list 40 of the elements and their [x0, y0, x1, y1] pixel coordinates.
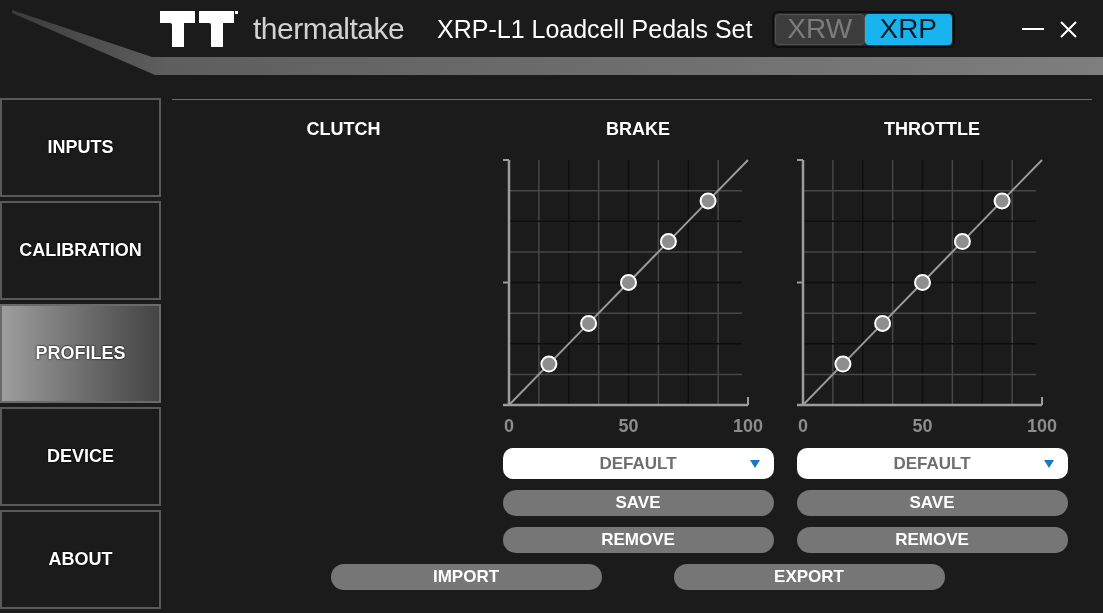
window-title: XRP-L1 Loadcell Pedals Set: [437, 14, 754, 44]
close-icon[interactable]: [1060, 20, 1077, 38]
profile-action-button[interactable]: SAVE: [502, 490, 774, 516]
axis-tick-label: 50: [912, 416, 933, 436]
axis-tick-label: 50: [618, 416, 639, 436]
curve-point[interactable]: [953, 233, 971, 251]
axis-tick-label: 0: [504, 416, 514, 436]
curve-point[interactable]: [993, 192, 1011, 210]
nav-tab[interactable]: ABOUT: [0, 510, 161, 609]
curve-point[interactable]: [914, 274, 931, 291]
caret-icon: [1043, 459, 1054, 468]
axis-tick-label: 100: [733, 416, 763, 436]
nav-tab[interactable]: INPUTS: [0, 98, 161, 197]
model-option[interactable]: XRP: [864, 13, 952, 45]
caret-icon: [749, 459, 760, 468]
logo-text: thermaltake: [253, 11, 406, 47]
curve-point[interactable]: [580, 314, 598, 332]
axis-tick-label: 0: [798, 416, 808, 436]
footer-button[interactable]: IMPORT: [330, 564, 602, 590]
profile-dropdown[interactable]: DEFAULT: [796, 448, 1068, 479]
pedal-title: THROTTLE: [884, 119, 980, 139]
nav-tab[interactable]: CALIBRATION: [0, 201, 161, 300]
pedal-title: CLUTCH: [306, 119, 381, 139]
curve-point[interactable]: [874, 314, 892, 332]
pedal-title: BRAKE: [606, 119, 670, 139]
curve-point[interactable]: [699, 192, 717, 210]
nav-tab[interactable]: DEVICE: [0, 407, 161, 506]
curve-point[interactable]: [620, 274, 637, 291]
footer-button[interactable]: EXPORT: [673, 564, 945, 590]
axis-tick-label: 100: [1027, 416, 1057, 436]
curve-point[interactable]: [540, 355, 558, 373]
curve-point[interactable]: [659, 233, 677, 251]
logo-icon: [160, 11, 238, 47]
profile-action-button[interactable]: SAVE: [796, 490, 1068, 516]
nav-tab[interactable]: PROFILES: [0, 304, 161, 403]
profile-action-button[interactable]: REMOVE: [796, 527, 1068, 553]
curve-point[interactable]: [834, 355, 852, 373]
profile-action-button[interactable]: REMOVE: [502, 527, 774, 553]
profile-dropdown[interactable]: DEFAULT: [502, 448, 774, 479]
model-option[interactable]: XRW: [775, 13, 865, 45]
